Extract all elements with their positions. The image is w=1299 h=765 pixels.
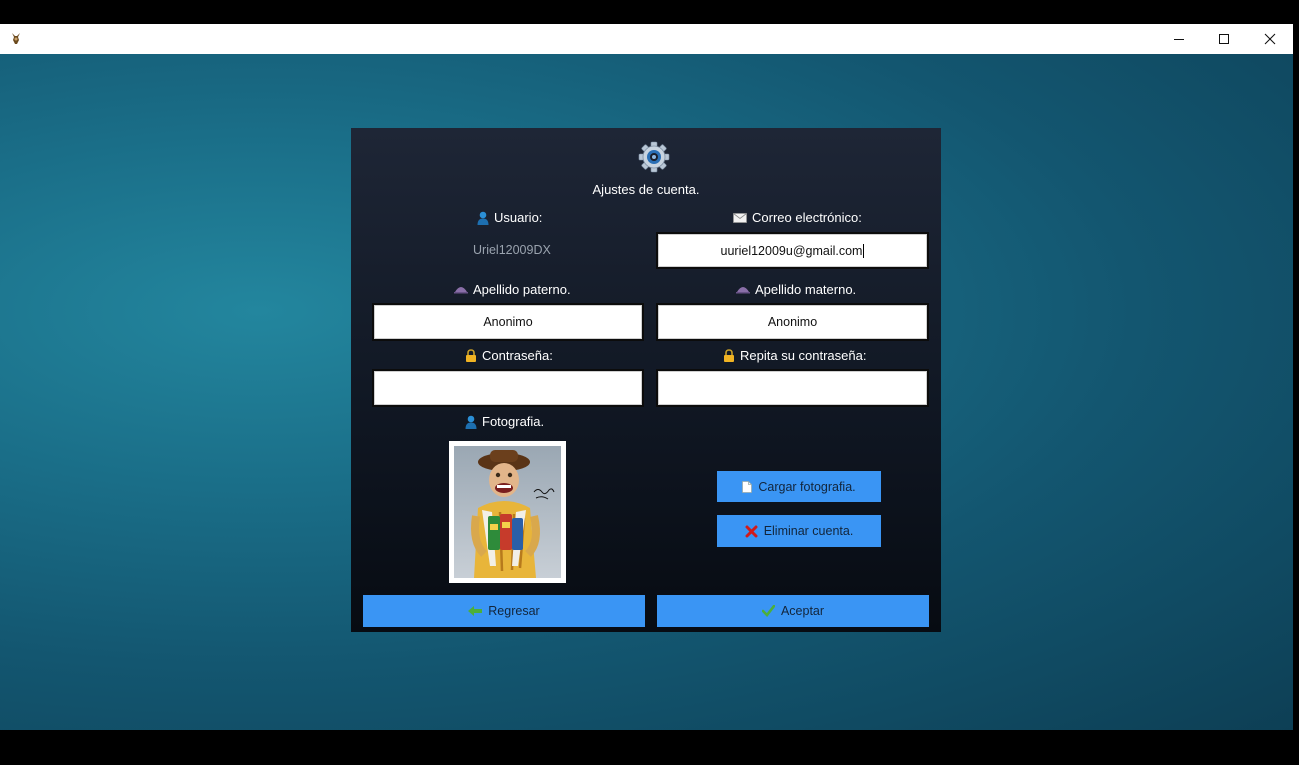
usuario-value: Uriel12009DX bbox=[473, 243, 551, 257]
app-logo-icon bbox=[9, 31, 23, 47]
maximize-button[interactable] bbox=[1201, 24, 1247, 54]
apellido-paterno-label: Apellido paterno. bbox=[454, 282, 571, 297]
repita-contrasena-input[interactable] bbox=[656, 369, 929, 407]
cargar-fotografia-button[interactable]: Cargar fotografia. bbox=[717, 471, 881, 502]
repita-contrasena-label: Repita su contraseña: bbox=[723, 348, 866, 363]
correo-input[interactable]: uuriel12009u@gmail.com bbox=[656, 232, 929, 269]
contrasena-label: Contraseña: bbox=[465, 348, 553, 363]
contrasena-input[interactable] bbox=[372, 369, 644, 407]
close-icon bbox=[1264, 33, 1276, 45]
hat-icon bbox=[736, 287, 750, 294]
user-icon bbox=[465, 415, 477, 429]
aceptar-button[interactable]: Aceptar bbox=[657, 595, 929, 627]
text-cursor bbox=[863, 243, 865, 258]
apellido-materno-input[interactable]: Anonimo bbox=[656, 303, 929, 341]
profile-photo-image bbox=[454, 446, 561, 578]
lock-icon bbox=[466, 349, 476, 362]
back-arrow-icon bbox=[468, 606, 483, 616]
maximize-icon bbox=[1219, 34, 1229, 44]
fotografia-label: Fotografia. bbox=[465, 414, 544, 429]
apellido-materno-label: Apellido materno. bbox=[736, 282, 856, 297]
eliminar-cuenta-button[interactable]: Eliminar cuenta. bbox=[717, 515, 881, 547]
minimize-icon bbox=[1174, 39, 1184, 40]
close-button[interactable] bbox=[1247, 24, 1293, 54]
delete-x-icon bbox=[745, 525, 758, 537]
gear-icon bbox=[638, 141, 670, 173]
profile-photo bbox=[449, 441, 566, 583]
correo-label: Correo electrónico: bbox=[733, 210, 862, 225]
hat-icon bbox=[454, 287, 468, 294]
regresar-button[interactable]: Regresar bbox=[363, 595, 645, 627]
window-titlebar bbox=[0, 24, 1293, 54]
usuario-label: Usuario: bbox=[477, 210, 542, 225]
checkmark-icon bbox=[761, 605, 775, 617]
document-icon bbox=[742, 480, 753, 493]
minimize-button[interactable] bbox=[1156, 24, 1202, 54]
user-icon bbox=[477, 211, 489, 225]
account-settings-panel: Ajustes de cuenta. Usuario: Uriel12009DX… bbox=[351, 128, 941, 632]
page-title-text: Ajustes de cuenta. bbox=[592, 182, 700, 197]
apellido-paterno-input[interactable]: Anonimo bbox=[372, 303, 644, 341]
envelope-icon bbox=[733, 212, 747, 223]
page-title: Ajustes de cuenta. bbox=[351, 182, 941, 197]
lock-icon bbox=[724, 349, 734, 362]
